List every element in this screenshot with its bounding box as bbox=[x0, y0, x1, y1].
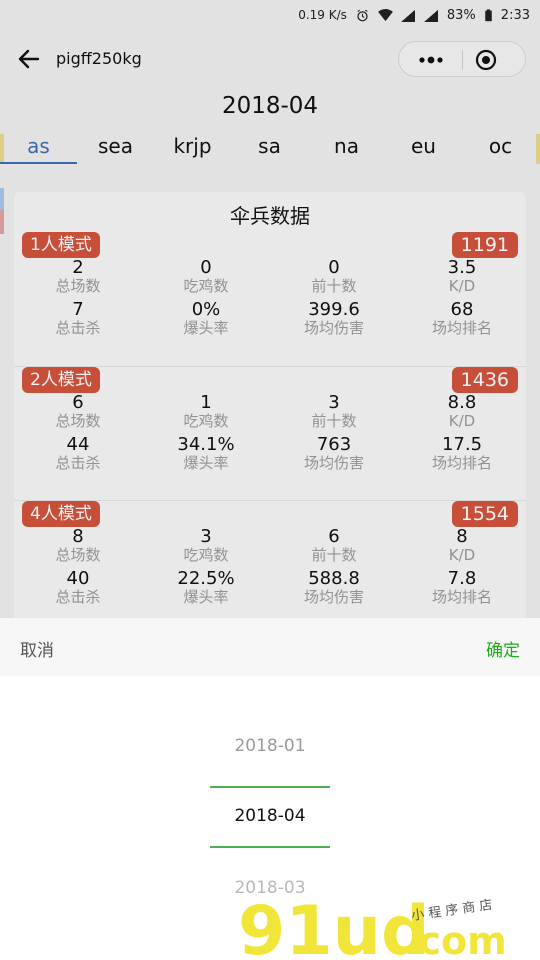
picker-header: 取消 确定 bbox=[0, 618, 540, 676]
picker-option[interactable]: 2018-01 bbox=[0, 736, 540, 756]
picker-option-selected[interactable]: 2018-04 bbox=[0, 806, 540, 826]
confirm-button[interactable]: 确定 bbox=[486, 636, 520, 661]
cancel-button[interactable]: 取消 bbox=[20, 636, 54, 661]
watermark-domain: .com bbox=[404, 919, 507, 960]
watermark-logo: 91ud .com 小 程 序 商 店 bbox=[238, 892, 507, 960]
modal-mask[interactable] bbox=[0, 0, 540, 618]
watermark-brand: 91ud bbox=[238, 892, 430, 960]
selection-line-top bbox=[210, 786, 330, 788]
selection-line-bottom bbox=[210, 846, 330, 848]
